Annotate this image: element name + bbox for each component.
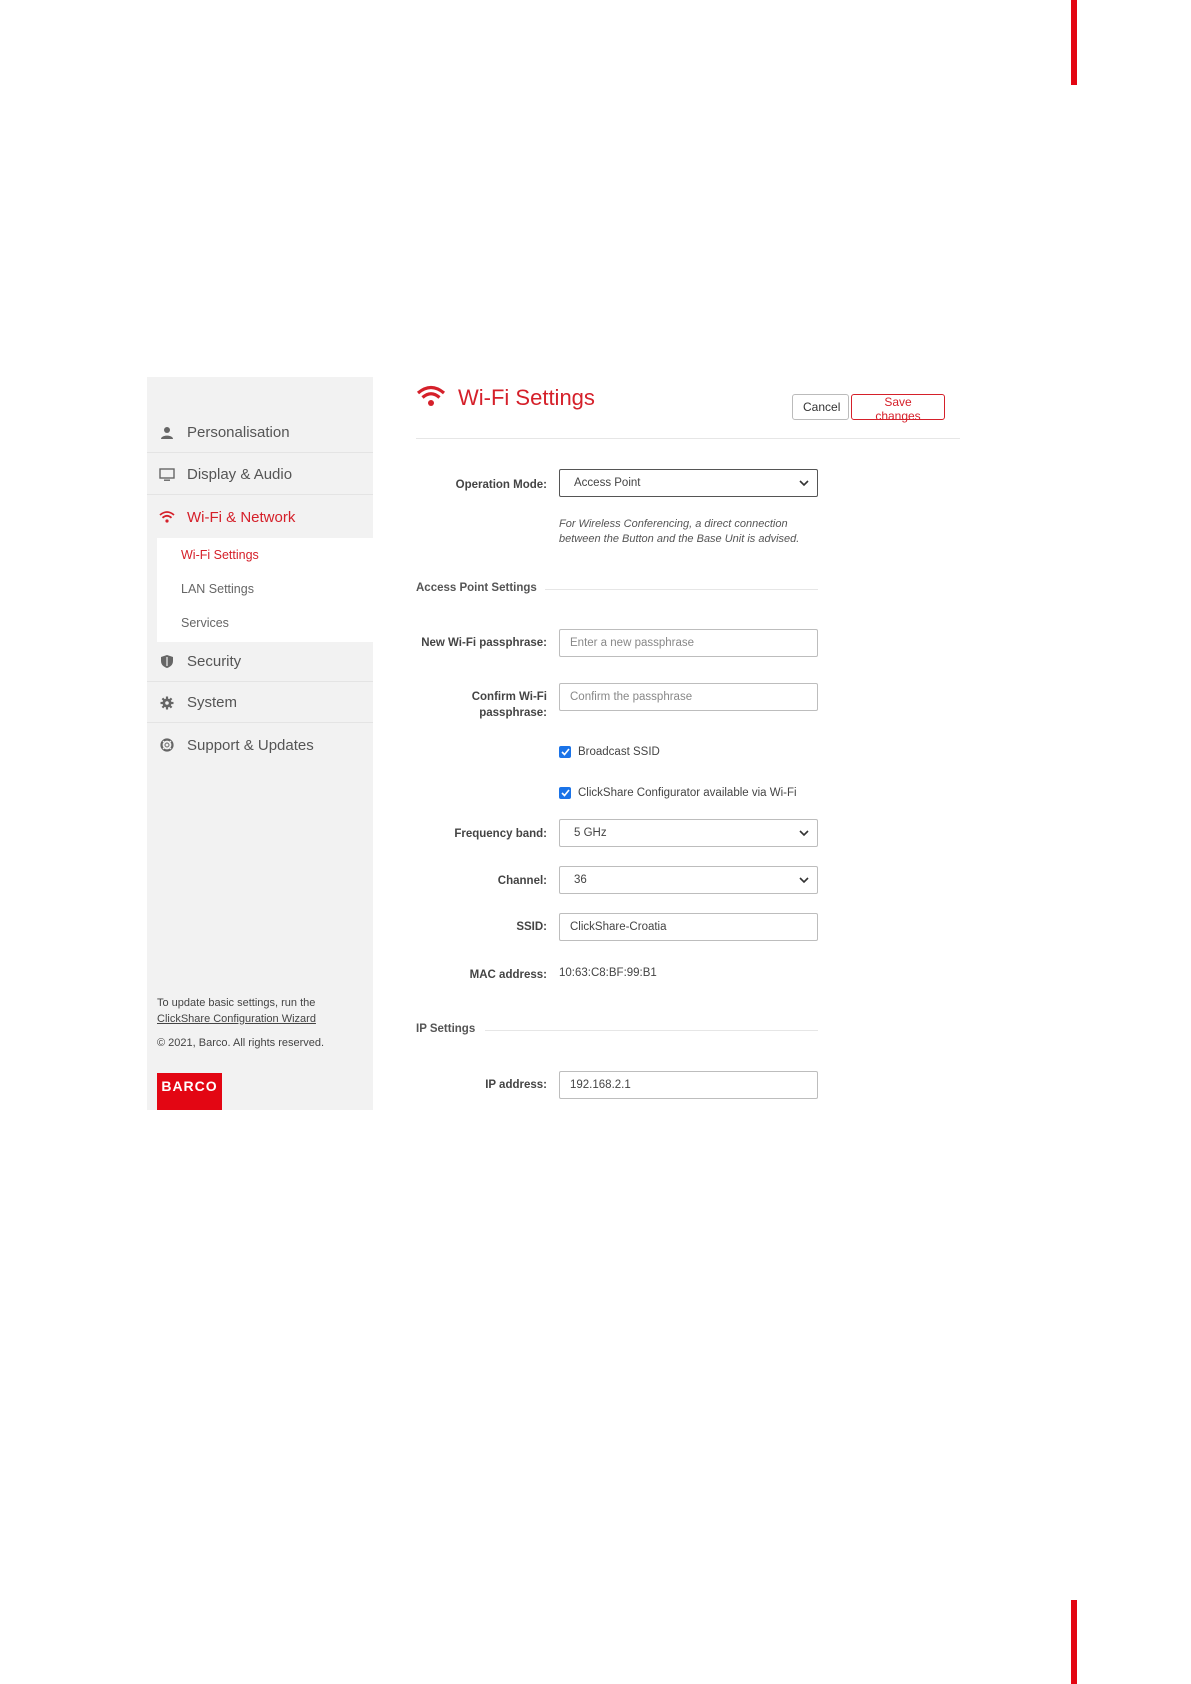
sidebar-item-label: Wi-Fi & Network	[187, 508, 296, 526]
ip-address-input[interactable]	[559, 1071, 818, 1099]
ssid-label: SSID:	[516, 921, 547, 933]
channel-value: 36	[574, 874, 587, 886]
chevron-down-icon	[799, 828, 809, 840]
sidebar-item-label: Security	[187, 653, 242, 670]
sidebar-item-security[interactable]: Security	[147, 642, 373, 682]
new-passphrase-label: New Wi-Fi passphrase:	[421, 637, 547, 649]
confirm-passphrase-label: Confirm Wi-Fi passphrase:	[471, 691, 547, 719]
footer-wizard-text: To update basic settings, run the	[157, 997, 316, 1009]
sidebar-item-label: System	[187, 694, 238, 711]
frequency-band-label: Frequency band:	[454, 828, 547, 840]
wifi-icon	[416, 385, 446, 412]
header-divider	[416, 438, 960, 439]
sidebar-subitem-services[interactable]: Services	[181, 616, 229, 630]
channel-select[interactable]: 36	[559, 866, 818, 894]
sidebar-item-label: Support & Updates	[187, 736, 314, 754]
sidebar-item-label: Personalisation	[187, 424, 290, 441]
sidebar-subitem-wifi-settings[interactable]: Wi-Fi Settings	[181, 548, 259, 562]
broadcast-ssid-checkbox[interactable]	[559, 746, 571, 758]
page-title: Wi-Fi Settings	[458, 385, 595, 410]
mac-address-label: MAC address:	[469, 969, 547, 981]
copyright-text: © 2021, Barco. All rights reserved.	[157, 1037, 325, 1049]
broadcast-ssid-checkbox-row[interactable]: Broadcast SSID	[559, 746, 660, 758]
ip-address-label: IP address:	[485, 1079, 547, 1091]
section-divider	[545, 589, 818, 590]
gear-icon	[159, 695, 175, 711]
chevron-down-icon	[799, 478, 809, 490]
channel-label: Channel:	[497, 875, 547, 887]
user-icon	[159, 425, 175, 441]
frequency-band-value: 5 GHz	[574, 827, 607, 839]
cancel-button[interactable]: Cancel	[792, 394, 849, 420]
sidebar: Personalisation Display & Audio Wi-Fi & …	[147, 377, 373, 1110]
sidebar-subitem-lan-settings[interactable]: LAN Settings	[181, 582, 254, 596]
configuration-wizard-link[interactable]: ClickShare Configuration Wizard	[157, 1013, 316, 1025]
sidebar-item-personalisation[interactable]: Personalisation	[147, 413, 373, 453]
configurator-wifi-label: ClickShare Configurator available via Wi…	[578, 787, 797, 799]
save-changes-button[interactable]: Save changes	[851, 394, 945, 423]
broadcast-ssid-label: Broadcast SSID	[578, 746, 660, 758]
wifi-icon	[159, 509, 175, 525]
operation-mode-hint: For Wireless Conferencing, a direct conn…	[559, 518, 800, 545]
operation-mode-select[interactable]: Access Point	[559, 469, 818, 497]
shield-icon	[159, 654, 175, 670]
barco-logo: BARCO	[157, 1073, 222, 1110]
sidebar-item-label: Display & Audio	[187, 466, 293, 483]
confirm-passphrase-input[interactable]	[559, 683, 818, 711]
monitor-icon	[159, 467, 175, 483]
sidebar-item-support-updates[interactable]: Support & Updates	[147, 725, 373, 765]
clickshare-settings-screenshot: Personalisation Display & Audio Wi-Fi & …	[147, 377, 960, 1110]
sidebar-item-system[interactable]: System	[147, 683, 373, 723]
frequency-band-select[interactable]: 5 GHz	[559, 819, 818, 847]
sidebar-item-display-audio[interactable]: Display & Audio	[147, 455, 373, 495]
operation-mode-label: Operation Mode:	[455, 479, 547, 491]
wifi-network-submenu: Wi-Fi Settings LAN Settings Services	[157, 538, 373, 642]
barco-logo-text: BARCO	[161, 1078, 218, 1094]
ssid-input[interactable]	[559, 913, 818, 941]
ip-settings-heading: IP Settings	[416, 1023, 476, 1035]
configurator-wifi-checkbox-row[interactable]: ClickShare Configurator available via Wi…	[559, 787, 797, 799]
page-header: Wi-Fi Settings	[416, 380, 595, 416]
section-divider	[485, 1030, 818, 1031]
sidebar-item-wifi-network[interactable]: Wi-Fi & Network	[147, 497, 373, 537]
operation-mode-value: Access Point	[574, 477, 641, 489]
lifebuoy-icon	[159, 737, 175, 753]
mac-address-value: 10:63:C8:BF:99:B1	[559, 967, 657, 979]
page-edge-marker-top	[1071, 0, 1077, 85]
chevron-down-icon	[799, 875, 809, 887]
main-content: Wi-Fi Settings Cancel Save changes Opera…	[416, 377, 960, 1110]
access-point-settings-heading: Access Point Settings	[416, 582, 537, 594]
configurator-wifi-checkbox[interactable]	[559, 787, 571, 799]
page-edge-marker-bottom	[1071, 1600, 1077, 1684]
new-passphrase-input[interactable]	[559, 629, 818, 657]
